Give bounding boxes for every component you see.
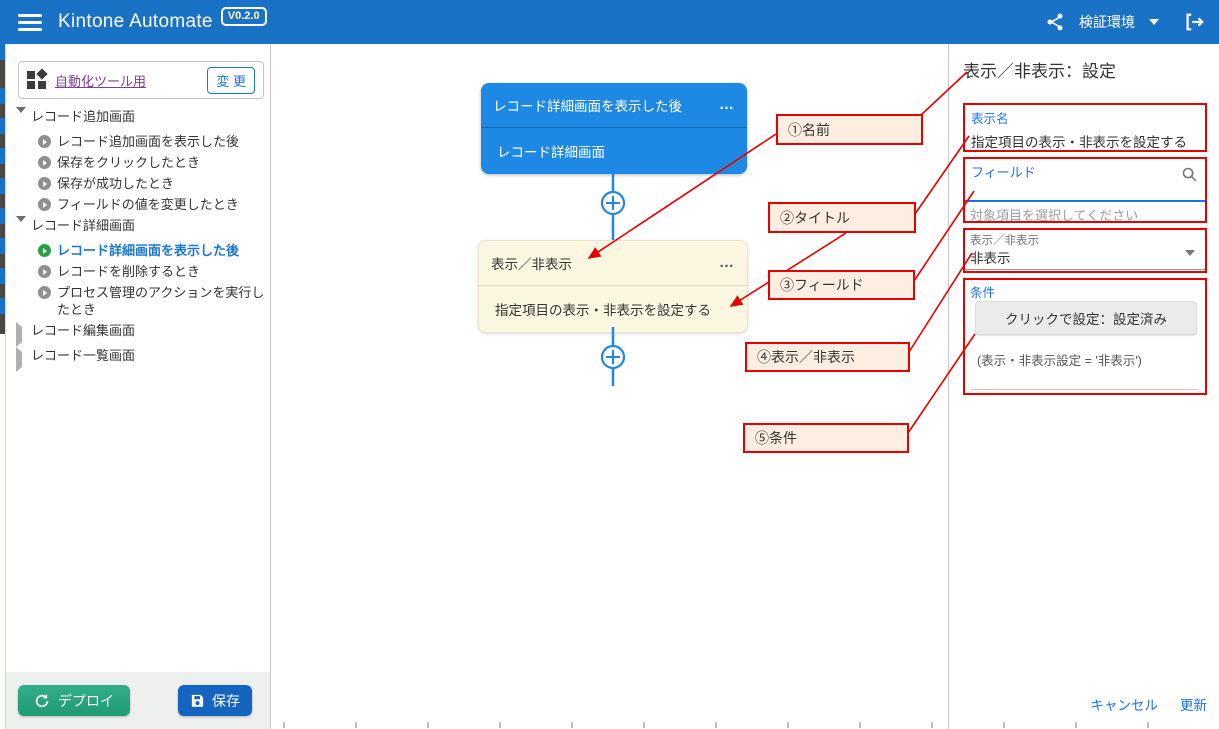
update-link[interactable]: 更新 [1180,694,1207,714]
display-name-label: 表示名 [971,108,1199,127]
caret-closed-icon [16,322,22,347]
condition-expression: (表示・非表示設定 = '非表示') [977,350,1142,369]
display-name-section: 表示名 指定項目の表示・非表示を設定する [963,103,1207,152]
tree-item-process-action[interactable]: プロセス管理のアクションを実行したとき [10,282,268,320]
refresh-icon [34,693,50,709]
event-play-icon [38,198,51,211]
visibility-label: 表示／非表示 [970,232,1039,248]
environment-caret-down-icon[interactable] [1149,19,1159,25]
annotation-label: ④表示／非表示 [757,347,855,367]
bottom-ruler-ticks [283,722,1219,728]
annotation-condition: ⑤条件 [743,423,909,453]
tree-item-label: レコード追加画面を表示した後 [57,133,239,150]
save-button-label: 保存 [212,691,240,711]
app-title: Kintone Automate [58,11,213,33]
deploy-button-label: デプロイ [58,691,114,711]
more-options-icon[interactable]: … [719,259,735,267]
display-name-value: 指定項目の表示・非表示を設定する [971,131,1199,151]
share-icon[interactable] [1045,12,1065,32]
more-options-icon[interactable]: … [719,101,735,109]
event-play-icon-active [38,244,51,257]
kintone-app-icon [27,70,47,90]
app-selector-box: 自動化ツール用 変 更 [18,61,264,99]
app-header: Kintone Automate V0.2.0 検証環境 [0,0,1219,44]
field-placeholder: 対象項目を選択してください [970,205,1138,224]
annotation-label: ②タイトル [780,208,850,228]
event-node-subtitle: レコード詳細画面 [481,128,747,174]
tree-item-field-changed[interactable]: フィールドの値を変更したとき [10,194,268,215]
event-tree: レコード追加画面 レコード追加画面を表示した後 保存をクリックしたとき 保存が成… [10,106,268,370]
tree-item-label: プロセス管理のアクションを実行したとき [57,284,268,318]
hamburger-menu-icon[interactable] [18,10,42,35]
event-play-icon [38,286,51,299]
field-label: フィールド [971,162,1036,181]
tree-item-label: レコードを削除するとき [57,263,200,280]
tree-item-label: レコード詳細画面を表示した後 [57,242,239,259]
settings-panel: 表示／非表示：設定 表示名 指定項目の表示・非表示を設定する フィールド 対象項… [950,44,1219,729]
tree-group-record-list[interactable]: レコード一覧画面 [10,345,268,370]
field-section[interactable]: フィールド 対象項目を選択してください [963,157,1207,223]
flow-canvas: レコード詳細画面を表示した後 … レコード詳細画面 表示／非表示 … 指定項目の… [271,44,949,729]
tree-item-save-clicked[interactable]: 保存をクリックしたとき [10,152,268,173]
deploy-button[interactable]: デプロイ [18,685,130,716]
select-caret-down-icon[interactable] [1185,250,1195,256]
tree-item-detail-shown-active[interactable]: レコード詳細画面を表示した後 [10,240,268,261]
annotation-label: ⑤条件 [755,428,797,448]
annotation-name: ①名前 [776,114,923,145]
caret-open-icon [16,216,26,237]
action-node[interactable]: 表示／非表示 … 指定項目の表示・非表示を設定する [478,240,748,333]
field-input-underline [965,200,1205,202]
left-edge-strip [0,44,6,729]
caret-closed-icon [16,347,22,372]
tree-group-label: レコード詳細画面 [31,217,135,234]
event-play-icon [38,156,51,169]
tree-group-label: レコード一覧画面 [31,347,135,364]
event-play-icon [38,265,51,278]
tree-group-label: レコード編集画面 [31,322,135,339]
tree-item-add-shown[interactable]: レコード追加画面を表示した後 [10,131,268,152]
sidebar: 自動化ツール用 変 更 レコード追加画面 レコード追加画面を表示した後 保存をク… [6,44,271,729]
select-underline [965,269,1205,270]
annotation-visibility: ④表示／非表示 [745,342,910,372]
version-badge: V0.2.0 [221,7,267,26]
panel-title: 表示／非表示：設定 [963,57,1116,82]
condition-section: 条件 クリックで設定：設定済み (表示・非表示設定 = '非表示') [963,278,1207,395]
condition-label: 条件 [970,282,995,301]
condition-divider [971,389,1199,390]
condition-set-button[interactable]: クリックで設定：設定済み [975,301,1197,335]
change-app-button[interactable]: 変 更 [207,67,255,94]
annotation-title: ②タイトル [768,202,916,233]
cancel-link[interactable]: キャンセル [1091,694,1159,714]
tree-group-label: レコード追加画面 [31,108,135,125]
tree-group-record-add[interactable]: レコード追加画面 [10,106,268,131]
tree-item-label: 保存が成功したとき [57,175,174,192]
event-play-icon [38,177,51,190]
event-node[interactable]: レコード詳細画面を表示した後 … レコード詳細画面 [481,83,747,174]
annotation-label: ③フィールド [780,275,864,295]
app-link[interactable]: 自動化ツール用 [55,71,199,90]
annotation-label: ①名前 [788,120,830,140]
action-node-title: 表示／非表示 [491,253,711,273]
search-icon[interactable] [1181,166,1198,183]
tree-group-record-detail[interactable]: レコード詳細画面 [10,215,268,240]
visibility-value: 非表示 [970,247,1011,267]
environment-selector-label[interactable]: 検証環境 [1079,12,1135,32]
event-play-icon [38,135,51,148]
save-button[interactable]: 保存 [178,685,252,716]
tree-item-label: フィールドの値を変更したとき [57,196,239,213]
visibility-section[interactable]: 表示／非表示 非表示 [963,228,1207,273]
caret-open-icon [16,107,26,128]
tree-item-record-delete[interactable]: レコードを削除するとき [10,261,268,282]
sidebar-footer: デプロイ 保存 [6,672,270,729]
floppy-icon [190,693,205,708]
tree-group-record-edit[interactable]: レコード編集画面 [10,320,268,345]
logout-icon[interactable] [1183,11,1205,33]
action-node-subtitle: 指定項目の表示・非表示を設定する [479,286,747,332]
annotation-field: ③フィールド [768,270,915,300]
tree-item-label: 保存をクリックしたとき [57,154,200,171]
tree-item-save-success[interactable]: 保存が成功したとき [10,173,268,194]
event-node-title: レコード詳細画面を表示した後 [493,95,711,115]
